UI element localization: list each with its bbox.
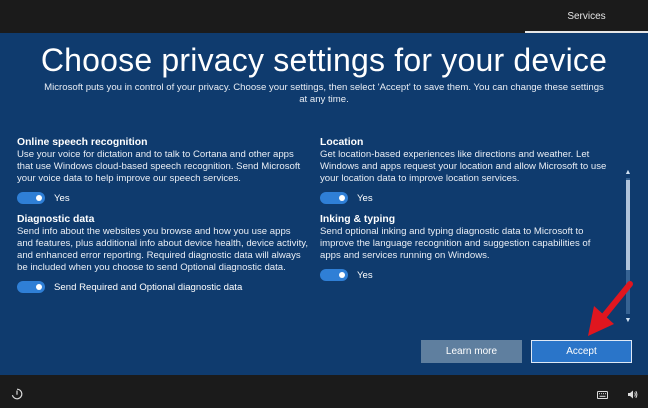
ease-of-access-icon[interactable] bbox=[11, 388, 23, 400]
location-toggle[interactable] bbox=[320, 192, 348, 204]
red-arrow-icon bbox=[588, 281, 633, 336]
tab-services[interactable]: Services bbox=[525, 0, 648, 33]
setting-title-speech: Online speech recognition bbox=[17, 137, 148, 148]
toggle-knob bbox=[339, 195, 345, 201]
keyboard-icon[interactable] bbox=[597, 391, 608, 399]
accept-button[interactable]: Accept bbox=[531, 340, 632, 363]
setting-description-speech: Use your voice for dictation and to talk… bbox=[17, 149, 301, 184]
settings-column-right: Location Get location-based experiences … bbox=[320, 136, 612, 282]
toggle-knob bbox=[339, 272, 345, 278]
learn-more-button[interactable]: Learn more bbox=[421, 340, 522, 363]
toggle-knob bbox=[36, 195, 42, 201]
setting-toggle-row-speech: Yes bbox=[17, 191, 309, 205]
setting-description-diagnostic: Send info about the websites you browse … bbox=[17, 226, 309, 273]
volume-icon[interactable] bbox=[627, 389, 638, 400]
bottom-bar bbox=[0, 375, 648, 408]
setting-toggle-row-diagnostic: Send Required and Optional diagnostic da… bbox=[17, 280, 309, 294]
setting-description-location: Get location-based experiences like dire… bbox=[320, 149, 607, 184]
setting-toggle-row-location: Yes bbox=[320, 191, 612, 205]
inking-typing-toggle[interactable] bbox=[320, 269, 348, 281]
setting-toggle-row-inking: Yes bbox=[320, 268, 612, 282]
inking-toggle-label: Yes bbox=[357, 269, 373, 281]
scrollbar-thumb[interactable] bbox=[626, 180, 630, 270]
diagnostic-data-toggle[interactable] bbox=[17, 281, 45, 293]
toggle-knob bbox=[36, 284, 42, 290]
top-bar: Services bbox=[0, 0, 648, 33]
setting-title-inking: Inking & typing bbox=[320, 214, 396, 225]
page-title: Choose privacy settings for your device bbox=[40, 42, 608, 78]
page-subtitle: Microsoft puts you in control of your pr… bbox=[44, 82, 604, 105]
diagnostic-toggle-label: Send Required and Optional diagnostic da… bbox=[54, 281, 243, 293]
setting-title-diagnostic: Diagnostic data bbox=[17, 214, 95, 225]
setting-description-inking: Send optional inking and typing diagnost… bbox=[320, 226, 591, 261]
speech-toggle-label: Yes bbox=[54, 192, 70, 204]
settings-column-left: Online speech recognition Use your voice… bbox=[17, 136, 309, 294]
scroll-up-arrow-icon[interactable]: ▲ bbox=[624, 168, 632, 176]
speech-recognition-toggle[interactable] bbox=[17, 192, 45, 204]
setting-title-location: Location bbox=[320, 137, 364, 148]
location-toggle-label: Yes bbox=[357, 192, 373, 204]
